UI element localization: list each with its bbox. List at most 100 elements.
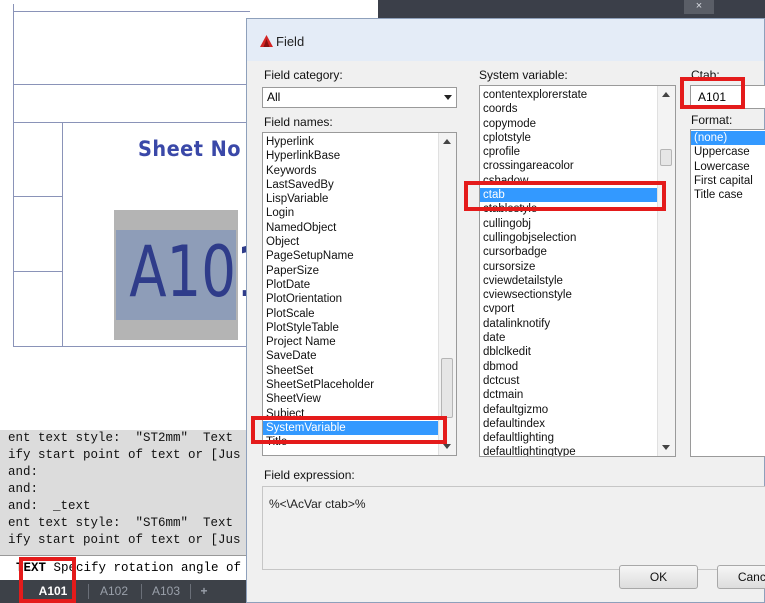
scroll-thumb[interactable] [441,358,453,418]
field-name-item[interactable]: Login [263,206,456,220]
dialog-titlebar[interactable]: Field [247,19,764,61]
system-variable-list[interactable]: contentexplorerstate coords copymode cplots… [479,85,676,457]
system-variable-item[interactable]: contentexplorerstate [480,88,675,102]
command-history-line: and: _text [8,499,91,513]
system-variable-item[interactable]: cursorbadge [480,245,675,259]
command-history-line: and: [8,465,39,479]
field-name-item[interactable]: SheetView [263,392,456,406]
format-item[interactable]: Title case [691,188,765,202]
field-name-item[interactable]: Project Name [263,335,456,349]
system-variable-item[interactable]: defaultlightingtype [480,445,675,456]
system-variable-item[interactable]: dbmod [480,360,675,374]
format-item[interactable]: First capital [691,174,765,188]
field-name-item[interactable]: SheetSet [263,364,456,378]
ok-button[interactable]: OK [619,565,698,589]
system-variable-item[interactable]: cshadow [480,174,675,188]
field-name-item[interactable]: PlotDate [263,278,456,292]
field-names-list[interactable]: Hyperlink HyperlinkBase Keywords LastSavedB… [262,132,457,456]
tab-separator [88,584,89,599]
system-variable-item[interactable]: dctcust [480,374,675,388]
command-history-line: ent text style: "ST6mm" Text [8,516,234,530]
system-variable-item[interactable]: cvport [480,302,675,316]
add-layout-icon[interactable]: + [193,582,215,601]
format-item[interactable]: (none) [691,131,765,146]
system-variable-item[interactable]: cullingobj [480,217,675,231]
system-variable-item[interactable]: ctablestyle [480,202,675,216]
field-expression-label: Field expression: [264,468,355,482]
command-input[interactable]: TEXT Specify rotation angle of [0,555,252,580]
command-history-line: ify start point of text or [Jus [8,533,241,547]
background-close-icon[interactable]: × [684,0,714,14]
command-history-line: ent text style: "ST2mm" Text [8,431,234,445]
layout-tab-bar: A101 A102 A103 + [0,580,252,603]
scroll-up-icon[interactable] [443,139,451,144]
field-names-scrollbar[interactable] [438,133,456,455]
system-variable-item[interactable]: date [480,331,675,345]
drawing-line [13,84,250,85]
layout-tab-a102[interactable]: A102 [90,582,138,601]
field-name-item[interactable]: NamedObject [263,221,456,235]
field-name-item[interactable]: SystemVariable [263,420,456,436]
field-name-item[interactable]: PlotStyleTable [263,321,456,335]
field-name-item[interactable]: Hyperlink [263,135,456,149]
background-window-titlebar: × [378,0,765,18]
cancel-button[interactable]: Cancel [717,565,765,589]
system-variable-item[interactable]: dblclkedit [480,345,675,359]
field-name-item[interactable]: PlotOrientation [263,292,456,306]
field-name-item[interactable]: HyperlinkBase [263,149,456,163]
system-variable-item[interactable]: defaultindex [480,417,675,431]
scroll-down-icon[interactable] [443,444,451,449]
format-item[interactable]: Uppercase [691,145,765,159]
system-variable-label: System variable: [479,68,568,82]
system-variable-item[interactable]: defaultgizmo [480,403,675,417]
field-name-item[interactable]: Object [263,235,456,249]
system-variable-item[interactable]: datalinknotify [480,317,675,331]
field-name-item[interactable]: PlotScale [263,307,456,321]
system-variable-item[interactable]: crossingareacolor [480,159,675,173]
scroll-up-icon[interactable] [662,92,670,97]
system-variable-item[interactable]: dctmain [480,388,675,402]
system-variable-item[interactable]: defaultlighting [480,431,675,445]
format-list[interactable]: (none) Uppercase Lowercase First capital Tit… [690,129,765,457]
system-variable-item[interactable]: cursorsize [480,260,675,274]
format-item[interactable]: Lowercase [691,160,765,174]
field-name-item[interactable]: SaveDate [263,349,456,363]
field-name-item[interactable]: LastSavedBy [263,178,456,192]
scroll-down-icon[interactable] [662,445,670,450]
dialog-body: Field category: All Field names: Hyperli… [247,61,765,602]
system-variable-item[interactable]: cullingobjselection [480,231,675,245]
drawing-canvas[interactable]: Sheet No A101 [0,0,271,420]
system-variable-item[interactable]: cplotstyle [480,131,675,145]
field-dialog: Field Field category: All Field names: H… [246,18,765,603]
dialog-title: Field [276,34,305,49]
system-variable-item[interactable]: coords [480,102,675,116]
field-name-item[interactable]: Title [263,435,456,449]
field-name-item[interactable]: SheetSetPlaceholder [263,378,456,392]
system-variable-item[interactable]: ctab [480,188,675,203]
drawing-line [13,4,14,346]
field-name-item[interactable]: Keywords [263,164,456,178]
field-category-label: Field category: [264,68,343,82]
system-variable-item[interactable]: cprofile [480,145,675,159]
sheet-number-field-text[interactable]: A101 [129,228,271,316]
field-name-item[interactable]: LispVariable [263,192,456,206]
system-variable-item[interactable]: cviewdetailstyle [480,274,675,288]
scroll-thumb[interactable] [660,149,672,166]
command-prompt-text: Specify rotation angle of [46,561,242,575]
field-name-item[interactable]: PaperSize [263,264,456,278]
field-name-item[interactable]: Subject [263,407,456,421]
format-label: Format: [691,113,733,127]
command-history-line: ify start point of text or [Jus [8,448,241,462]
system-variable-item[interactable]: cviewsectionstyle [480,288,675,302]
command-history-line: and: [8,482,39,496]
layout-tab-a101[interactable]: A101 [28,582,78,601]
system-variable-scrollbar[interactable] [657,86,675,456]
sheet-no-label: Sheet No [138,137,241,161]
field-name-item[interactable]: PageSetupName [263,249,456,263]
command-history: ent text style: "ST2mm" Text ify start p… [0,430,252,555]
ctab-value-field: A101 [690,85,765,109]
field-category-value: All [267,90,281,104]
system-variable-item[interactable]: copymode [480,117,675,131]
layout-tab-a103[interactable]: A103 [143,582,189,601]
field-category-dropdown[interactable]: All [262,87,457,108]
